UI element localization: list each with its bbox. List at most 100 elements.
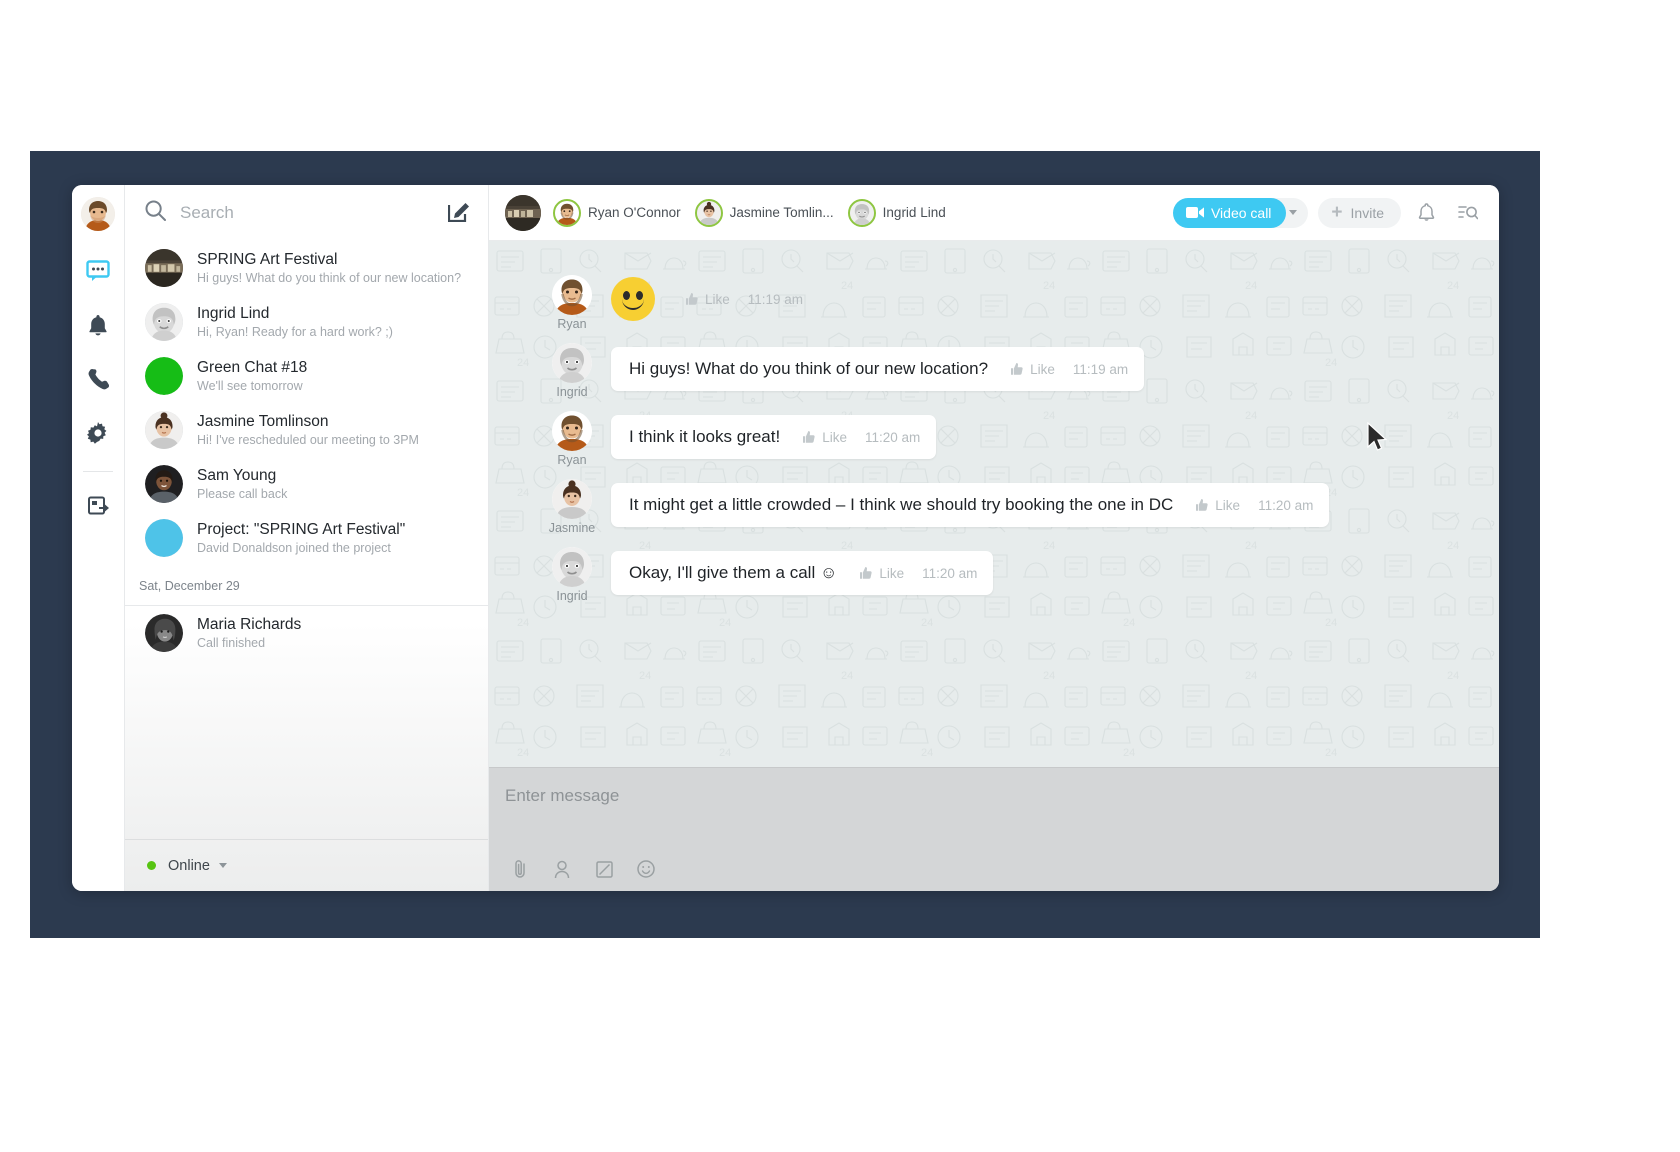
chat-preview: Hi guys! What do you think of our new lo… [197, 270, 462, 285]
sidebar-item-calls[interactable] [80, 361, 116, 397]
chat-name: SPRING Art Festival [197, 250, 338, 268]
gear-icon [87, 422, 107, 444]
message-text: It might get a little crowded – I think … [629, 495, 1174, 514]
message-list: Ryan Like 11:19 am Ingrid Hi guys! What … [489, 241, 1499, 625]
chat-list-item[interactable]: Ingrid Lind Hi, Ryan! Ready for a hard w… [125, 295, 488, 349]
author-name: Ingrid [556, 589, 588, 603]
message-author: Ingrid [543, 343, 601, 399]
thumbs-up-icon [860, 567, 872, 579]
like-button[interactable]: Like [802, 430, 847, 445]
message-author: Ingrid [543, 547, 601, 603]
author-avatar[interactable] [552, 547, 592, 587]
thumbs-up-icon [803, 431, 815, 443]
notifications-button[interactable] [1409, 196, 1443, 230]
plus-icon: + [1331, 202, 1343, 223]
chat-list-item[interactable]: Maria Richards Call finished [125, 606, 488, 660]
message-time: 11:19 am [747, 291, 804, 307]
message-row: Ryan I think it looks great! Like 11:20 … [489, 411, 1499, 467]
message-input[interactable]: Enter message [489, 768, 1499, 847]
chat-icon [86, 260, 110, 281]
chevron-down-icon[interactable] [218, 863, 227, 868]
chat-preview: Hi, Ryan! Ready for a hard work? ;) [197, 324, 393, 339]
mention-user-icon[interactable] [545, 854, 579, 884]
chat-name: Sam Young [197, 466, 277, 484]
chat-member[interactable]: Ingrid Lind [847, 198, 946, 227]
author-avatar[interactable] [552, 275, 592, 315]
message-row: Ingrid Hi guys! What do you think of our… [489, 343, 1499, 399]
search-row [125, 185, 488, 241]
chat-list-item[interactable]: Sam Young Please call back [125, 457, 488, 511]
chevron-down-icon [1289, 210, 1298, 215]
message-time: 11:19 am [1072, 361, 1129, 377]
search-input[interactable] [180, 203, 440, 223]
sidebar-item-chat[interactable] [80, 253, 116, 289]
chat-list-item[interactable]: Jasmine Tomlinson Hi! I've rescheduled o… [125, 403, 488, 457]
bell-icon [1418, 203, 1434, 221]
like-label: Like [705, 291, 730, 307]
author-avatar[interactable] [552, 411, 592, 451]
like-button[interactable]: Like [859, 566, 904, 581]
chat-preview: Call finished [197, 635, 266, 650]
quote-icon[interactable] [587, 854, 621, 884]
current-user-avatar[interactable] [81, 197, 115, 231]
compose-icon[interactable] [447, 200, 470, 227]
group-avatar[interactable] [505, 194, 541, 231]
invite-button[interactable]: + Invite [1318, 197, 1401, 228]
paperclip-icon[interactable] [503, 854, 537, 884]
like-label: Like [1215, 497, 1241, 513]
chat-header: Ryan O'Connor Jasmine Tomlin... Ingrid L… [489, 185, 1499, 241]
chat-name: Ingrid Lind [197, 304, 270, 322]
sidebar-item-notifications[interactable] [80, 307, 116, 343]
chat-avatar [145, 249, 183, 287]
search-icon [145, 200, 166, 226]
older-chat-list: Maria Richards Call finished [125, 606, 488, 660]
chat-preview: David Donaldson joined the project [197, 540, 391, 555]
video-call-button[interactable]: Video call [1172, 197, 1287, 228]
status-bar[interactable]: Online [125, 839, 488, 891]
chat-preview: Hi! I've rescheduled our meeting to 3PM [197, 432, 419, 447]
smiley-sticker[interactable] [611, 277, 655, 321]
message-author: Jasmine [543, 479, 601, 535]
chat-avatar [145, 357, 183, 395]
status-dot [147, 861, 156, 870]
chat-list-item[interactable]: SPRING Art Festival Hi guys! What do you… [125, 241, 488, 295]
chat-name: Green Chat #18 [197, 358, 308, 376]
author-name: Ryan [557, 453, 587, 467]
search-messages-button[interactable] [1451, 196, 1485, 230]
like-label: Like [822, 429, 847, 445]
left-icon-rail [72, 185, 124, 891]
sidebar-item-settings[interactable] [80, 415, 116, 451]
chat-list-item[interactable]: Green Chat #18 We'll see tomorrow [125, 349, 488, 403]
chat-list-item[interactable]: Project: "SPRING Art Festival" David Don… [125, 511, 488, 565]
chat-member[interactable]: Ryan O'Connor [553, 198, 681, 227]
member-avatar [553, 198, 581, 227]
message-bubble: Okay, I'll give them a call ☺ Like 11:20… [611, 551, 994, 595]
status-label: Online [168, 857, 210, 874]
emoji-icon[interactable] [629, 854, 663, 884]
message-text: Okay, I'll give them a call ☺ [629, 563, 838, 582]
author-avatar[interactable] [552, 479, 592, 519]
like-button[interactable]: Like [685, 292, 730, 307]
chat-name: Project: "SPRING Art Festival" [197, 520, 406, 538]
member-list: Ryan O'Connor Jasmine Tomlin... Ingrid L… [553, 198, 960, 227]
sidebar-item-open-external[interactable] [80, 488, 116, 524]
chat-pane: Ryan O'Connor Jasmine Tomlin... Ingrid L… [488, 185, 1499, 891]
thumbs-up-icon [1011, 363, 1023, 375]
author-name: Ryan [557, 317, 587, 331]
member-name: Ryan O'Connor [588, 205, 681, 220]
like-button[interactable]: Like [1010, 362, 1055, 377]
thumbs-up-icon [1196, 499, 1208, 511]
message-text: I think it looks great! [629, 427, 781, 446]
date-divider: Sat, December 29 [139, 579, 240, 593]
messenger-window: SPRING Art Festival Hi guys! What do you… [72, 185, 1499, 891]
thumbs-up-icon [686, 293, 698, 305]
author-avatar[interactable] [552, 343, 592, 383]
message-row: Jasmine It might get a little crowded – … [489, 479, 1499, 535]
chat-name: Jasmine Tomlinson [197, 412, 329, 430]
chat-avatar [145, 303, 183, 341]
video-camera-icon [1185, 207, 1204, 218]
chat-member[interactable]: Jasmine Tomlin... [694, 198, 834, 227]
message-bubble: It might get a little crowded – I think … [611, 483, 1330, 527]
message-composer: Enter message [489, 767, 1499, 891]
like-button[interactable]: Like [1195, 498, 1240, 513]
